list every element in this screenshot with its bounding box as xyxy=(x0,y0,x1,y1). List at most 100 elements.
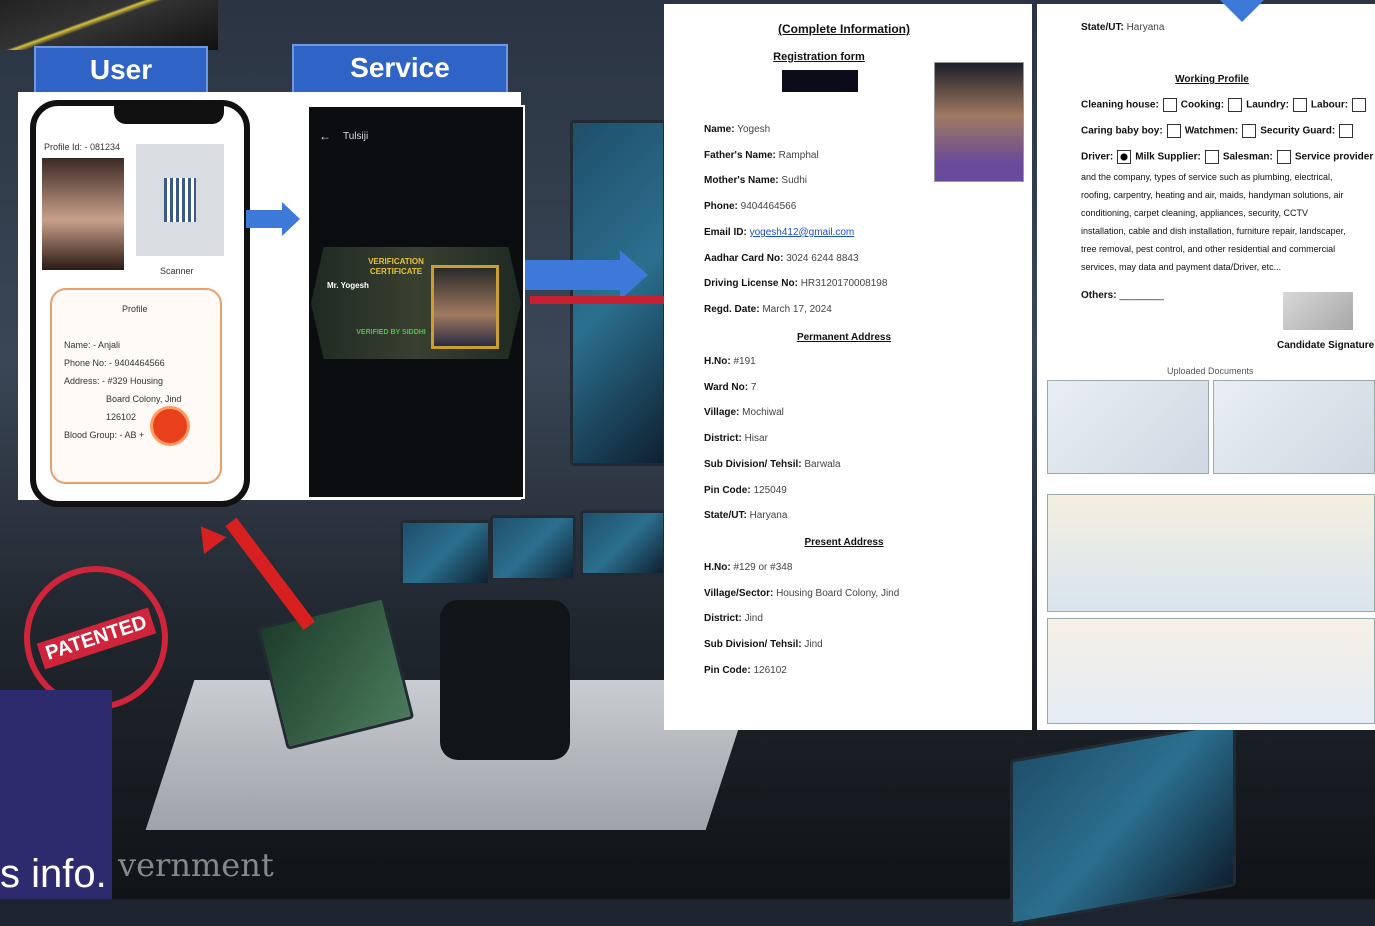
aadhaar-card-thumbnail xyxy=(1047,380,1209,474)
field-label: Pin Code: xyxy=(704,664,751,676)
working-option-label: Cooking: xyxy=(1180,99,1225,111)
checkbox[interactable] xyxy=(1228,98,1243,112)
form-field-row: H.No: #129 or #348 xyxy=(704,562,792,573)
field-label: Email ID: xyxy=(704,226,747,238)
profile-phone: Phone No: - 9404464566 xyxy=(64,358,165,368)
user-avatar xyxy=(42,158,124,270)
cert-name: Mr. Yogesh xyxy=(327,281,369,290)
permanent-address-heading: Permanent Address xyxy=(796,332,892,343)
overlay-text: vernment xyxy=(118,846,274,884)
form-field-row: Aadhar Card No: 3024 6244 8843 xyxy=(704,253,859,264)
desc-line-5: tree removal, pest control, and other re… xyxy=(1081,244,1336,254)
checkbox[interactable] xyxy=(1276,150,1291,164)
form-field-row: Mother's Name: Sudhi xyxy=(704,175,807,186)
working-option-label: Salesman: xyxy=(1222,151,1273,163)
checkbox[interactable] xyxy=(1242,124,1257,138)
desc-line-1: and the company, types of service such a… xyxy=(1081,172,1333,182)
field-value: HR3120170008198 xyxy=(800,278,888,290)
working-option-label: Labour: xyxy=(1310,99,1349,111)
checkbox[interactable] xyxy=(1162,98,1177,112)
background-monitor xyxy=(400,520,491,586)
checkbox[interactable] xyxy=(1117,150,1132,164)
desc-line-6: services, may data and payment data/Driv… xyxy=(1081,262,1282,272)
checkbox[interactable] xyxy=(1166,124,1181,138)
patented-stamp: PATENTED xyxy=(24,566,168,710)
phone-notch xyxy=(114,106,224,124)
profile-name: Name: - Anjali xyxy=(64,340,121,350)
cert-footer: VERIFIED BY SIDDHI xyxy=(356,329,426,336)
form-field-row: State/UT: Haryana xyxy=(704,510,787,521)
field-value: 125049 xyxy=(753,484,787,496)
form-field-row: Driving License No: HR3120170008198 xyxy=(704,278,887,289)
verification-certificate: VERIFICATION CERTIFICATE Mr. Yogesh VERI… xyxy=(311,247,521,359)
form-field-row: Phone: 9404464566 xyxy=(704,201,796,212)
field-label: Name: xyxy=(704,124,735,135)
desc-line-3: conditioning, carpet cleaning, appliance… xyxy=(1081,208,1308,218)
sos-button[interactable] xyxy=(150,406,190,446)
cert-title: VERIFICATION CERTIFICATE xyxy=(368,257,424,276)
form-field-row: Email ID: yogesh412@gmail.com xyxy=(704,227,854,238)
service-provider-label: Service Provider xyxy=(292,44,508,127)
top-right-arrow xyxy=(1220,0,1264,22)
user-label: User xyxy=(34,46,208,96)
sp-screen-header: Tulsiji xyxy=(343,131,369,142)
profile-card: Profile Name: - Anjali Phone No: - 94044… xyxy=(50,288,222,484)
working-option-label: Watchmen: xyxy=(1184,125,1239,137)
others-text: Others: xyxy=(1081,290,1117,301)
field-value: 3024 6244 8843 xyxy=(786,252,859,264)
checkbox[interactable] xyxy=(1352,98,1367,112)
candidate-photo xyxy=(934,62,1024,182)
form-field-row: District: Hisar xyxy=(704,433,768,444)
working-option-label: Driver: xyxy=(1081,151,1114,163)
field-label: Village/Sector: xyxy=(704,587,774,599)
field-label: Driving License No: xyxy=(704,278,798,290)
user-phone-mockup: Profile Id: - 081234 Scanner Profile Nam… xyxy=(30,100,250,507)
state-row: State/UT: Haryana xyxy=(1081,22,1164,33)
arrow-head xyxy=(282,202,300,236)
working-option-row: Cleaning house: Cooking: Laundry: Labour: xyxy=(1081,98,1370,112)
field-label: Village: xyxy=(704,407,740,419)
field-label: H.No: xyxy=(704,356,731,367)
checkbox[interactable] xyxy=(1204,150,1219,164)
arrow-right-icon xyxy=(246,210,282,228)
field-label: Mother's Name: xyxy=(704,175,779,187)
field-label: Regd. Date: xyxy=(704,303,760,315)
field-label: Sub Division/ Tehsil: xyxy=(704,639,802,651)
form-field-row: Ward No: 7 xyxy=(704,382,756,393)
field-value: Jind xyxy=(744,613,763,625)
field-value: 126102 xyxy=(753,664,787,676)
signature-image xyxy=(1283,292,1353,330)
field-label: Phone: xyxy=(704,201,738,213)
form-subheading: Registration form xyxy=(773,51,865,63)
certificate-thumbnail xyxy=(1047,618,1375,724)
field-label: Father's Name: xyxy=(704,149,776,161)
back-arrow-icon[interactable]: ← xyxy=(319,129,331,143)
field-value: yogesh412@gmail.com xyxy=(749,226,855,238)
desc-line-4: installation, cable and dish installatio… xyxy=(1081,226,1346,236)
profile-address: Address: - #329 Housing xyxy=(64,376,164,386)
form-field-row: Father's Name: Ramphal xyxy=(704,150,819,161)
form-field-row: District: Jind xyxy=(704,613,763,624)
field-value: Hisar xyxy=(744,433,768,445)
info-text: s info. xyxy=(0,852,107,896)
signature-label: Candidate Signature xyxy=(1277,340,1375,351)
cert-photo xyxy=(431,265,499,349)
field-value: #191 xyxy=(733,356,756,367)
field-value: Jind xyxy=(804,639,823,651)
profile-address-line3: 126102 xyxy=(106,412,137,422)
form-heading: (Complete Information) xyxy=(778,22,910,36)
checkbox[interactable] xyxy=(1292,98,1307,112)
working-option-label: Milk Supplier: xyxy=(1135,151,1201,163)
field-label: State/UT: xyxy=(704,510,747,522)
field-value: Housing Board Colony, Jind xyxy=(776,587,900,599)
arrow-head xyxy=(620,250,648,300)
desc-line-2: roofing, carpentry, heating and air, mai… xyxy=(1081,190,1344,200)
field-value: 9404464566 xyxy=(740,201,797,213)
profile-card-title: Profile xyxy=(122,304,148,314)
working-option-label: Service provider xyxy=(1294,151,1374,163)
profile-blood-group: Blood Group: - AB + xyxy=(64,430,145,440)
working-option-label: Cleaning house: xyxy=(1081,99,1159,111)
form-field-row: Pin Code: 125049 xyxy=(704,485,787,496)
checkbox[interactable] xyxy=(1339,124,1354,138)
uploaded-documents-label: Uploaded Documents xyxy=(1167,366,1254,376)
